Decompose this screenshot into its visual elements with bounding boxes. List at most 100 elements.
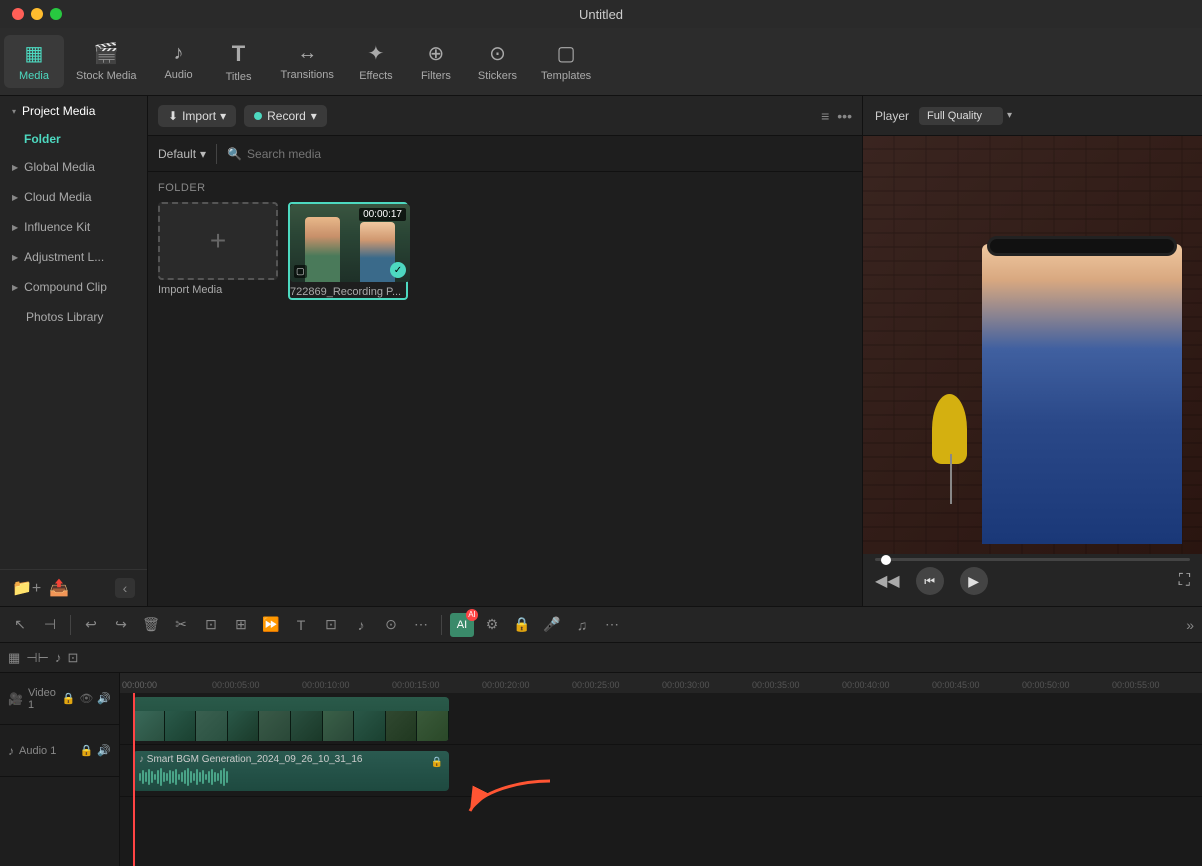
step-back-button[interactable]: ◀◀ <box>875 571 900 591</box>
media-filter-bar: Default ▾ 🔍 <box>148 136 862 172</box>
video-track-eye[interactable]: 👁 <box>79 692 93 705</box>
tl-razor-tool[interactable]: ⊣ <box>38 613 62 637</box>
filmstrip-frame-1 <box>133 711 165 741</box>
sidebar-item-cloud-media[interactable]: ▶ Cloud Media <box>0 182 147 212</box>
tl-expand-button[interactable]: » <box>1186 617 1194 633</box>
video-track-controls: 🔒 👁 🔊 <box>62 692 111 705</box>
tl-sep-1 <box>70 615 71 635</box>
ruler-mark-6: 00:00:30:00 <box>662 680 710 690</box>
wb-20 <box>196 769 198 785</box>
sidebar-collapse-button[interactable]: ‹ <box>115 578 135 598</box>
progress-bar[interactable] <box>875 558 1190 561</box>
playhead[interactable] <box>133 693 135 866</box>
audio-track-vol[interactable]: 🔊 <box>97 744 111 757</box>
filmstrip <box>133 711 449 741</box>
filmstrip-frame-4 <box>228 711 260 741</box>
tl-music-button[interactable]: ♫ <box>570 613 594 637</box>
sidebar-bottom: 📁+ 📤 ‹ <box>0 569 147 606</box>
tl-speed-button[interactable]: ⏩ <box>259 613 283 637</box>
search-input[interactable] <box>247 147 852 161</box>
tl-ai-button[interactable]: AI AI <box>450 613 474 637</box>
tl-delete-button[interactable]: 🗑 <box>139 613 163 637</box>
ruler-mark-3: 00:00:15:00 <box>392 680 440 690</box>
video-track-row: ▶ 722869_Recording Podcast Podcasting Po… <box>120 693 1202 745</box>
play-button[interactable]: ▶ <box>960 567 988 595</box>
toolbar-item-effects[interactable]: ✦ Effects <box>346 35 406 88</box>
toolbar-item-transitions[interactable]: ↔ Transitions <box>269 36 346 87</box>
sidebar-item-folder[interactable]: Folder <box>0 126 147 152</box>
ts-audio-btn[interactable]: ♪ <box>55 650 62 665</box>
tl-crop-button[interactable]: ⊡ <box>319 613 343 637</box>
toolbar-item-templates[interactable]: ▢ Templates <box>529 35 603 88</box>
wb-15 <box>181 772 183 782</box>
tl-settings-button[interactable]: ⚙ <box>480 613 504 637</box>
tl-color-button[interactable]: ⊙ <box>379 613 403 637</box>
adjustment-label: Adjustment L... <box>24 250 104 264</box>
wb-10 <box>166 773 168 781</box>
ts-sub-btn[interactable]: ⊡ <box>67 650 78 666</box>
compound-clip-label: Compound Clip <box>24 280 107 294</box>
sidebar-item-adjustment[interactable]: ▶ Adjustment L... <box>0 242 147 272</box>
tl-cut-button[interactable]: ✂ <box>169 613 193 637</box>
tl-adjust-button[interactable]: ⊡ <box>199 613 223 637</box>
folder-import-icon[interactable]: 📤 <box>49 578 69 598</box>
default-filter-button[interactable]: Default ▾ <box>158 147 206 161</box>
tl-select-tool[interactable]: ↖ <box>8 613 32 637</box>
tl-text-button[interactable]: T <box>289 613 313 637</box>
import-media-item[interactable]: + Import Media <box>158 202 278 300</box>
sidebar-item-influence-kit[interactable]: ▶ Influence Kit <box>0 212 147 242</box>
tl-audio-button[interactable]: ♪ <box>349 613 373 637</box>
quality-select[interactable]: Full Quality 1/2 Quality 1/4 Quality <box>919 107 1003 125</box>
filmstrip-frame-3 <box>196 711 228 741</box>
sidebar-item-global-media[interactable]: ▶ Global Media <box>0 152 147 182</box>
toolbar-item-filters[interactable]: ⊕ Filters <box>406 35 466 88</box>
toolbar-item-titles[interactable]: T Titles <box>209 35 269 89</box>
tl-split-button[interactable]: ⊞ <box>229 613 253 637</box>
toolbar-item-stock-media[interactable]: 🎬 Stock Media <box>64 35 149 88</box>
more-options-icon[interactable]: ••• <box>837 108 852 124</box>
play-prev-button[interactable]: ⏮ <box>916 567 944 595</box>
wb-2 <box>142 770 144 784</box>
wb-5 <box>151 771 153 783</box>
search-icon: 🔍 <box>227 147 242 161</box>
tl-lock-button[interactable]: 🔒 <box>510 613 534 637</box>
tl-more-button-2[interactable]: ⋯ <box>409 613 433 637</box>
close-button[interactable] <box>12 8 24 20</box>
tl-undo-button[interactable]: ↩ <box>79 613 103 637</box>
toolbar-item-audio[interactable]: ♪ Audio <box>149 36 209 87</box>
wb-9 <box>163 772 165 782</box>
tl-redo-button[interactable]: ↪ <box>109 613 133 637</box>
import-button[interactable]: ⬇ Import ▾ <box>158 105 236 127</box>
ts-grid-btn[interactable]: ▦ <box>8 650 20 666</box>
toolbar-item-media[interactable]: ▦ Media <box>4 35 64 88</box>
toolbar-item-stickers[interactable]: ⊙ Stickers <box>466 35 529 88</box>
audio-track-lock[interactable]: 🔒 <box>80 744 94 757</box>
default-filter-arrow: ▾ <box>200 147 206 161</box>
sidebar-item-compound-clip[interactable]: ▶ Compound Clip <box>0 272 147 302</box>
video-media-item[interactable]: 00:00:17 ▢ ✓ 722869_Recording P... <box>288 202 408 300</box>
video-track-vol[interactable]: 🔊 <box>97 692 111 705</box>
tl-mic-button[interactable]: 🎤 <box>540 613 564 637</box>
video-track-lock[interactable]: 🔒 <box>62 692 76 705</box>
minimize-button[interactable] <box>31 8 43 20</box>
fullscreen-button[interactable]: ⛶ <box>1179 572 1190 590</box>
sidebar-item-photos-library[interactable]: Photos Library <box>0 302 147 332</box>
video-clip[interactable]: ▶ 722869_Recording Podcast Podcasting Po… <box>133 697 449 741</box>
wb-1 <box>139 773 141 781</box>
audio-clip[interactable]: ♪ Smart BGM Generation_2024_09_26_10_31_… <box>133 751 449 791</box>
ts-snap-btn[interactable]: ⊣⊢ <box>26 650 49 666</box>
maximize-button[interactable] <box>50 8 62 20</box>
project-media-label: Project Media <box>22 104 95 118</box>
import-thumb: + <box>158 202 278 280</box>
sidebar-item-project-media[interactable]: ▾ Project Media <box>0 96 147 126</box>
record-button[interactable]: Record ▾ <box>244 105 327 127</box>
audio-icon-small: ♪ <box>139 754 144 765</box>
folder-add-icon[interactable]: 📁+ <box>12 578 41 598</box>
transitions-icon: ↔ <box>297 42 317 65</box>
tl-more-tools-button[interactable]: ⋯ <box>600 613 624 637</box>
progress-handle[interactable] <box>881 555 891 565</box>
filter-icon[interactable]: ≡ <box>821 108 829 124</box>
headphones <box>987 236 1177 256</box>
ruler-mark-10: 00:00:50:00 <box>1022 680 1070 690</box>
ruler-mark-2: 00:00:10:00 <box>302 680 350 690</box>
